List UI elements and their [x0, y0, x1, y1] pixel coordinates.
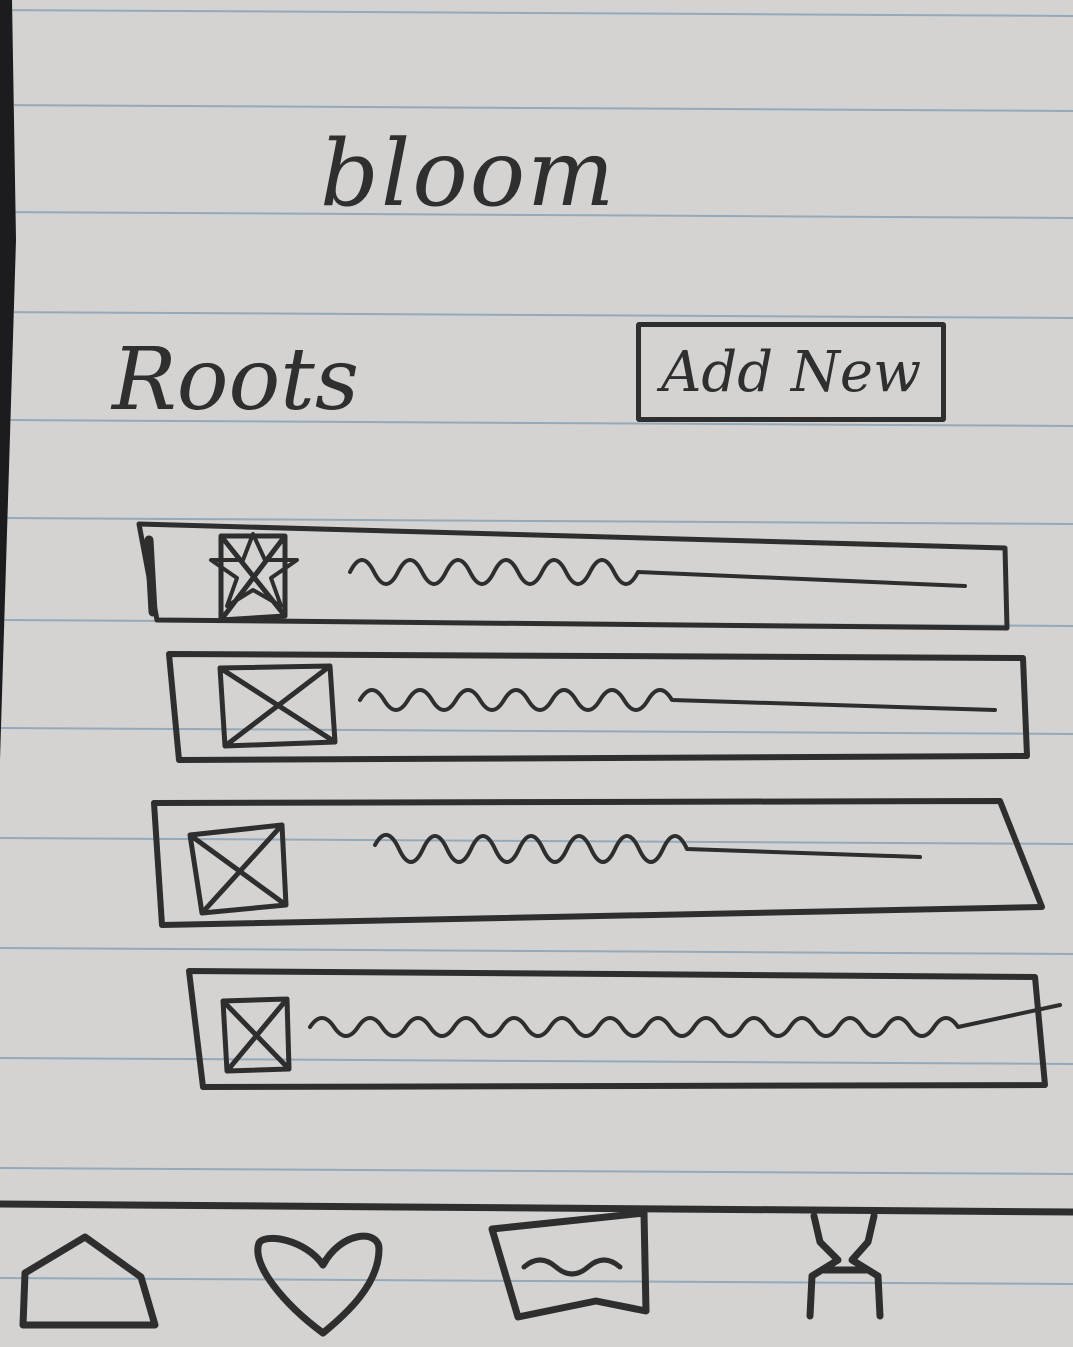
list-item[interactable] — [165, 648, 1035, 763]
nav-profile[interactable] — [800, 1212, 895, 1324]
profile-icon — [806, 1212, 884, 1320]
home-icon — [19, 1233, 159, 1329]
ruled-line — [0, 311, 1073, 319]
list-item[interactable] — [135, 520, 1015, 640]
nav-favorites[interactable] — [245, 1225, 390, 1340]
sketch-paper: bloom Roots Add New — [0, 0, 1073, 1347]
list-item-text-squiggle — [348, 558, 967, 588]
nav-home[interactable] — [15, 1225, 159, 1335]
list-item[interactable] — [150, 795, 1050, 935]
list-item-text-squiggle — [308, 1003, 1062, 1038]
heart-icon — [254, 1232, 383, 1337]
list-item-text-squiggle — [358, 688, 997, 712]
ruled-line — [0, 104, 1073, 112]
list-item[interactable] — [185, 965, 1070, 1095]
section-title: Roots — [112, 330, 359, 430]
ruled-line — [0, 947, 1073, 955]
list-item-text-squiggle — [373, 833, 922, 864]
ruled-line — [0, 1167, 1073, 1175]
add-new-button[interactable]: Add New — [636, 322, 946, 422]
nav-messages[interactable] — [488, 1205, 658, 1325]
app-title: bloom — [320, 120, 617, 227]
ruled-line — [0, 9, 1073, 17]
message-icon — [488, 1209, 650, 1321]
